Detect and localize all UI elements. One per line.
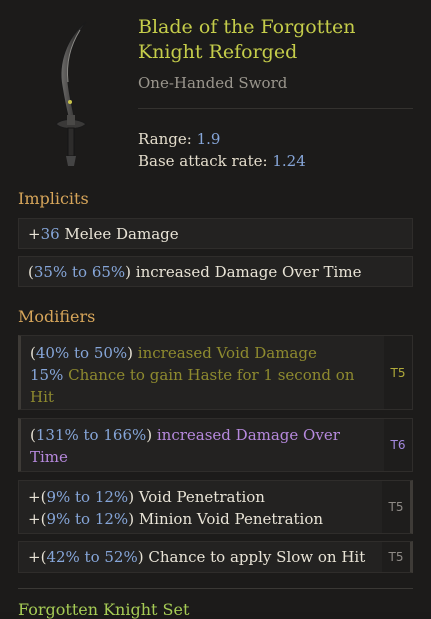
plus-sign: +: [28, 510, 41, 528]
curved-sword-icon: [55, 21, 87, 166]
range-min: 35%: [33, 263, 68, 281]
attack-rate-value: 1.24: [272, 152, 306, 170]
footer-divider: [18, 588, 413, 589]
modifier-row: (40% to 50%) increased Void Damage 15% C…: [18, 335, 413, 410]
modifier-value: 15%: [30, 366, 64, 384]
implicit-prefix: +: [28, 225, 41, 243]
modifier-label: Minion Void Penetration: [134, 510, 324, 528]
range-to: to: [70, 488, 95, 506]
item-name: Blade of the Forgotten Knight Reforged: [138, 16, 356, 63]
range-min: 40%: [35, 344, 70, 362]
range-stat: Range: 1.9: [138, 128, 306, 150]
range-min: 9%: [46, 488, 71, 506]
tier-badge: T5: [382, 542, 410, 572]
base-stats: Range: 1.9 Base attack rate: 1.24: [138, 128, 306, 172]
modifier-text: (40% to 50%) increased Void Damage 15% C…: [30, 342, 376, 408]
item-header: Blade of the Forgotten Knight Reforged O…: [0, 0, 431, 182]
implicit-label: Melee Damage: [59, 225, 179, 243]
range-max: 52%: [104, 548, 138, 566]
modifier-text: +(42% to 52%) Chance to apply Slow on Hi…: [28, 546, 374, 568]
plus-sign: +: [28, 488, 41, 506]
modifier-label: Chance to apply Slow on Hit: [143, 548, 366, 566]
range-to: to: [67, 263, 92, 281]
range-to: to: [70, 510, 95, 528]
attack-rate-stat: Base attack rate: 1.24: [138, 150, 306, 172]
implicit-row: +36 Melee Damage: [18, 218, 413, 249]
implicit-text: +36 Melee Damage: [28, 223, 376, 245]
range-min: 131%: [35, 426, 79, 444]
implicit-text: (35% to 65%) increased Damage Over Time: [28, 261, 376, 283]
modifier-label: Chance to gain Haste for 1 second on Hit: [30, 366, 355, 406]
range-to: to: [78, 426, 104, 444]
implicit-row: (35% to 65%) increased Damage Over Time: [18, 256, 413, 287]
range-min: 42%: [46, 548, 80, 566]
modifier-label: Void Penetration: [134, 488, 265, 506]
range-to: to: [69, 344, 94, 362]
attack-rate-label: Base attack rate:: [138, 152, 268, 170]
tier-badge: T6: [384, 419, 412, 471]
range-min: 9%: [46, 510, 71, 528]
set-title: Forgotten Knight Set: [18, 600, 190, 619]
modifier-row: +(42% to 52%) Chance to apply Slow on Hi…: [18, 541, 413, 573]
range-value: 1.9: [196, 130, 221, 148]
range-max: 12%: [94, 488, 129, 506]
range-max: 50%: [93, 344, 128, 362]
range-max: 12%: [94, 510, 129, 528]
modifier-row: (131% to 166%) increased Damage Over Tim…: [18, 418, 413, 472]
implicit-value: 36: [40, 225, 60, 243]
range-max: 166%: [103, 426, 147, 444]
implicits-title: Implicits: [18, 189, 89, 208]
range-to: to: [79, 548, 105, 566]
modifier-text: (131% to 166%) increased Damage Over Tim…: [30, 424, 376, 468]
header-divider: [138, 108, 413, 109]
modifier-row: +(9% to 12%) Void Penetration +(9% to 12…: [18, 480, 413, 534]
modifier-text: +(9% to 12%) Void Penetration +(9% to 12…: [28, 486, 374, 530]
range-max: 65%: [91, 263, 126, 281]
modifier-label: increased Void Damage: [133, 344, 317, 362]
item-type: One-Handed Sword: [138, 74, 288, 92]
tier-badge: T5: [384, 336, 412, 409]
modifiers-title: Modifiers: [18, 307, 96, 326]
plus-sign: +: [28, 548, 41, 566]
implicit-label: increased Damage Over Time: [131, 263, 362, 281]
range-label: Range:: [138, 130, 192, 148]
tier-badge: T5: [382, 481, 410, 533]
item-tooltip: Blade of the Forgotten Knight Reforged O…: [0, 0, 431, 619]
